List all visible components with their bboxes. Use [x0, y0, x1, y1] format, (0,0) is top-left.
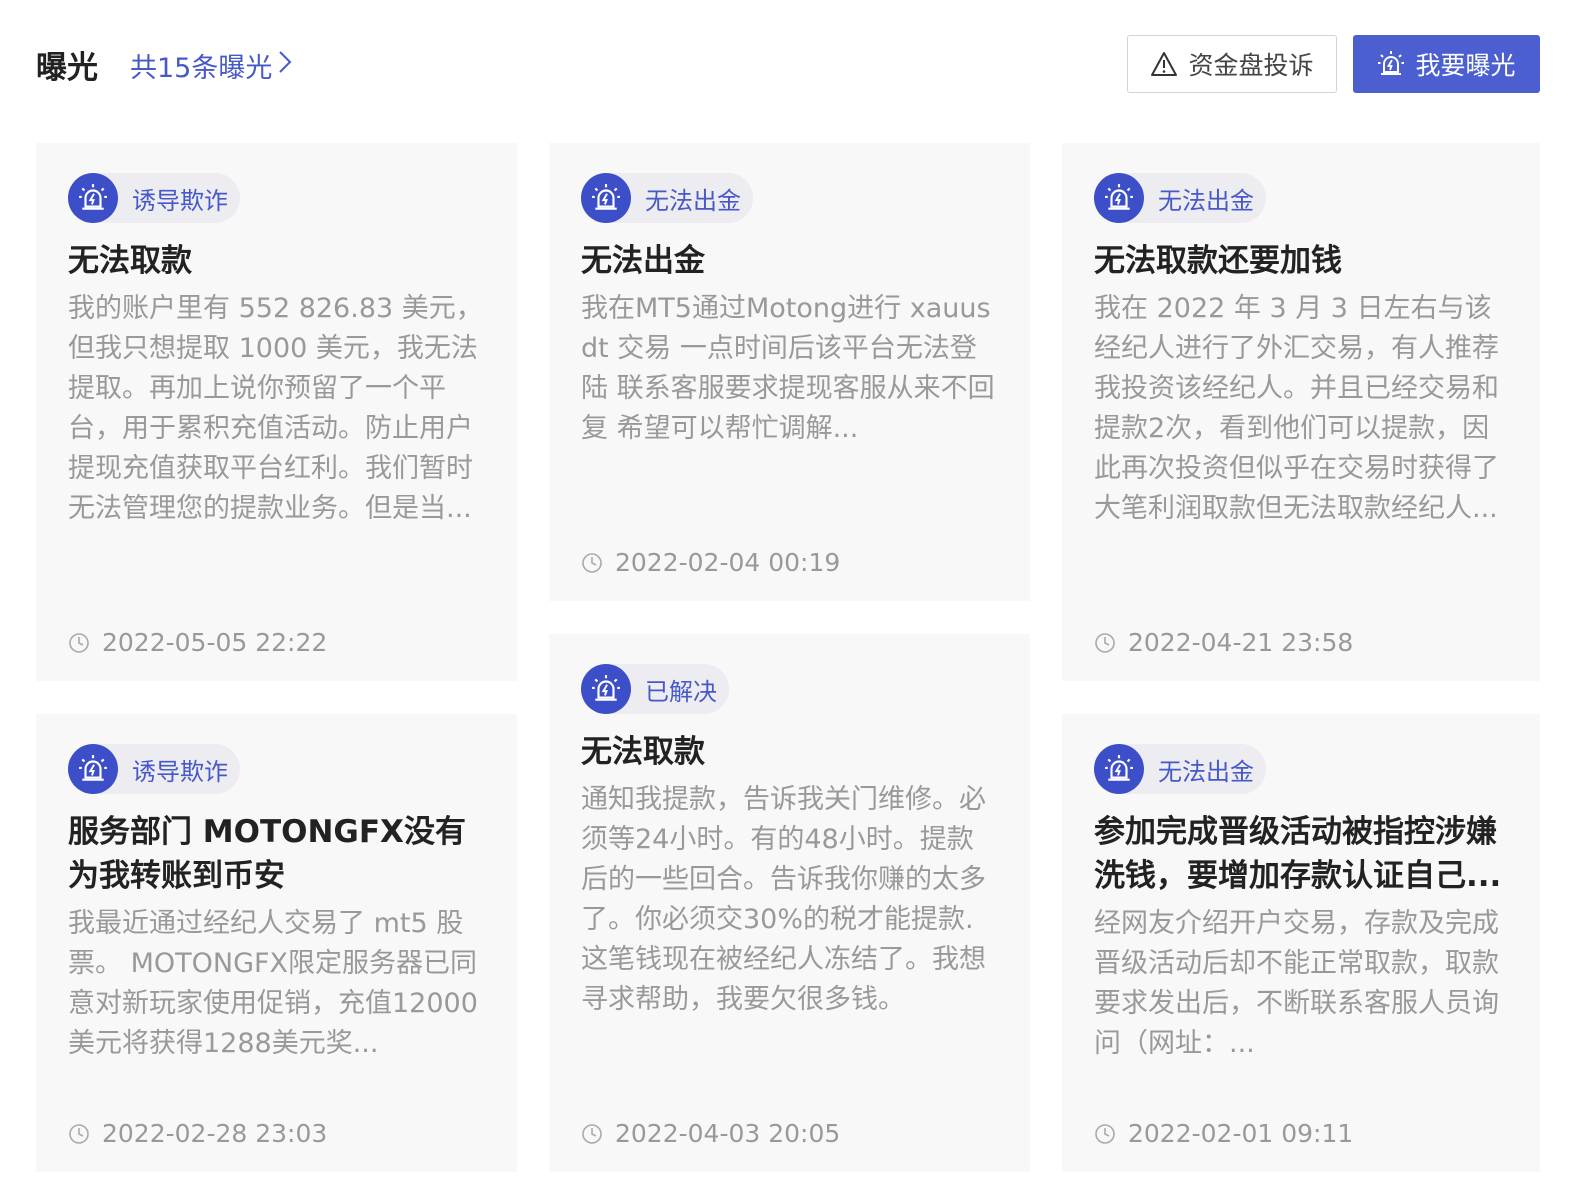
category-tag: 诱导欺诈 — [68, 744, 240, 794]
alarm-icon — [68, 744, 118, 794]
expose-button[interactable]: 我要曝光 — [1353, 35, 1540, 93]
alarm-icon — [1377, 50, 1405, 78]
category-tag-label: 诱导欺诈 — [132, 757, 228, 786]
category-tag: 无法出金 — [581, 173, 753, 223]
card-title: 服务部门 MOTONGFX没有为我转账到币安 — [68, 814, 466, 894]
exposure-card[interactable]: 已解决 无法取款 通知我提款，告诉我关门维修。必须等24小时。有的48小时。提款… — [549, 634, 1030, 1172]
card-body: 我的账户里有 552 826.83 美元，但我只想提取 1000 美元，我无法提… — [68, 293, 483, 524]
card-title: 无法取款 — [68, 243, 192, 279]
clock-icon — [581, 1123, 603, 1145]
section-title: 曝光 — [36, 50, 98, 86]
exposure-card[interactable]: 诱导欺诈 服务部门 MOTONGFX没有为我转账到币安 我最近通过经纪人交易了 … — [36, 714, 517, 1172]
category-tag: 无法出金 — [1094, 744, 1266, 794]
category-tag-label: 无法出金 — [1158, 757, 1254, 786]
card-time-text: 2022-02-28 23:03 — [102, 1119, 328, 1148]
category-tag-label: 无法出金 — [1158, 186, 1254, 215]
card-timestamp: 2022-04-21 23:58 — [1094, 628, 1353, 657]
card-timestamp: 2022-04-03 20:05 — [581, 1119, 840, 1148]
category-tag: 已解决 — [581, 664, 729, 714]
alarm-icon — [1094, 744, 1144, 794]
clock-icon — [1094, 1123, 1116, 1145]
card-title: 无法出金 — [581, 243, 705, 279]
clock-icon — [581, 552, 603, 574]
card-time-text: 2022-04-21 23:58 — [1128, 628, 1354, 657]
category-tag-label: 已解决 — [645, 677, 717, 706]
card-time-text: 2022-02-04 00:19 — [615, 548, 841, 577]
fund-scheme-complaint-button[interactable]: 资金盘投诉 — [1127, 35, 1337, 93]
card-timestamp: 2022-05-05 22:22 — [68, 628, 327, 657]
exposure-card[interactable]: 诱导欺诈 无法取款 我的账户里有 552 826.83 美元，但我只想提取 10… — [36, 143, 517, 681]
clock-icon — [68, 632, 90, 654]
category-tag: 诱导欺诈 — [68, 173, 240, 223]
category-tag-label: 诱导欺诈 — [132, 186, 228, 215]
alarm-icon — [68, 173, 118, 223]
card-body: 我在 2022 年 3 月 3 日左右与该经纪人进行了外汇交易，有人推荐我投资该… — [1094, 293, 1499, 524]
card-title: 参加完成晋级活动被指控涉嫌洗钱，要增加存款认证自己... — [1094, 814, 1502, 894]
card-time-text: 2022-04-03 20:05 — [615, 1119, 841, 1148]
warning-icon — [1150, 51, 1178, 77]
expose-button-label: 我要曝光 — [1415, 51, 1516, 80]
alarm-icon — [1094, 173, 1144, 223]
alarm-icon — [581, 173, 631, 223]
exposure-card[interactable]: 无法出金 无法取款还要加钱 我在 2022 年 3 月 3 日左右与该经纪人进行… — [1062, 143, 1540, 681]
category-tag: 无法出金 — [1094, 173, 1266, 223]
card-timestamp: 2022-02-28 23:03 — [68, 1119, 327, 1148]
card-body: 我在MT5通过Motong进行 xauusdt 交易 一点时间后该平台无法登陆 … — [581, 293, 995, 444]
chevron-right-icon — [278, 50, 292, 81]
exposure-card[interactable]: 无法出金 参加完成晋级活动被指控涉嫌洗钱，要增加存款认证自己... 经网友介绍开… — [1062, 714, 1540, 1172]
card-title: 无法取款 — [581, 734, 705, 770]
card-body: 我最近通过经纪人交易了 mt5 股票。 MOTONGFX限定服务器已同意对新玩家… — [68, 908, 478, 1059]
exposure-count-link[interactable]: 共15条曝光 — [130, 46, 292, 85]
card-time-text: 2022-02-01 09:11 — [1128, 1119, 1354, 1148]
card-timestamp: 2022-02-01 09:11 — [1094, 1119, 1353, 1148]
card-title: 无法取款还要加钱 — [1094, 243, 1342, 279]
clock-icon — [68, 1123, 90, 1145]
category-tag-label: 无法出金 — [645, 186, 741, 215]
exposure-header: 曝光 共15条曝光 资金盘投诉 我要曝光 — [36, 34, 1540, 96]
card-time-text: 2022-05-05 22:22 — [102, 628, 328, 657]
alarm-icon — [581, 664, 631, 714]
complaint-button-label: 资金盘投诉 — [1188, 51, 1314, 80]
card-body: 通知我提款，告诉我关门维修。必须等24小时。有的48小时。提款后的一些回合。告诉… — [581, 784, 986, 1015]
card-timestamp: 2022-02-04 00:19 — [581, 548, 840, 577]
clock-icon — [1094, 632, 1116, 654]
exposure-count-label: 共15条曝光 — [130, 53, 273, 84]
exposure-card[interactable]: 无法出金 无法出金 我在MT5通过Motong进行 xauusdt 交易 一点时… — [549, 143, 1030, 601]
card-body: 经网友介绍开户交易，存款及完成晋级活动后却不能正常取款，取款要求发出后，不断联系… — [1094, 908, 1499, 1059]
